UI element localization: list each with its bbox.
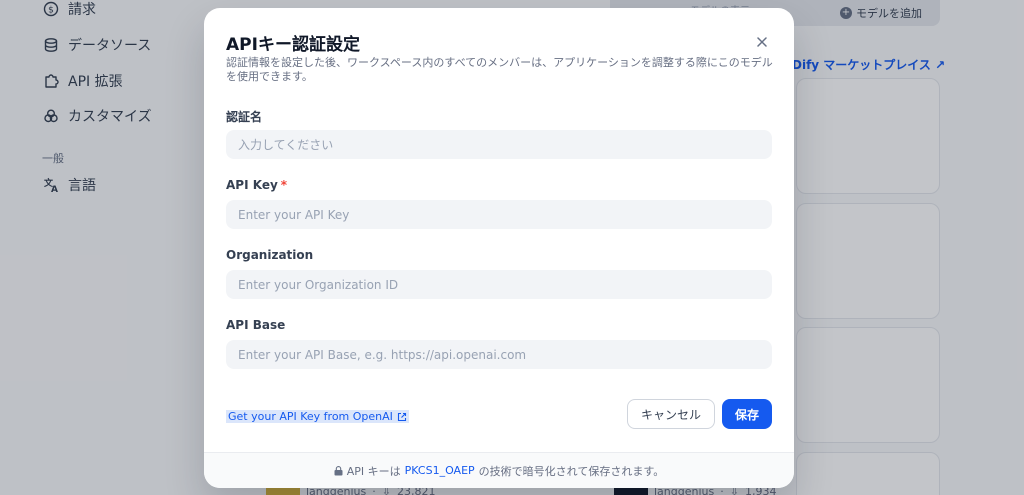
encryption-method-link[interactable]: PKCS1_OAEP	[405, 464, 475, 477]
encryption-notice: API キーは PKCS1_OAEP の技術で暗号化されて保存されます。	[204, 452, 794, 488]
required-mark: *	[280, 178, 288, 192]
external-link-icon	[397, 412, 406, 421]
notice-suffix: の技術で暗号化されて保存されます。	[478, 464, 665, 478]
field-label-text: API Key	[226, 178, 278, 192]
field-label-text: API Base	[226, 318, 286, 332]
close-icon	[757, 37, 767, 47]
api-base-label: API Base	[226, 318, 285, 332]
lock-icon	[334, 465, 343, 475]
api-key-auth-dialog: APIキー認証設定 認証情報を設定した後、ワークスペース内のすべてのメンバーは、…	[204, 8, 794, 488]
auth-name-label: 認証名	[226, 108, 262, 125]
api-base-input[interactable]	[226, 340, 772, 369]
field-label-text: Organization	[226, 248, 314, 262]
dialog-title: APIキー認証設定	[226, 35, 360, 55]
organization-label: Organization	[226, 248, 313, 262]
get-api-key-link[interactable]: Get your API Key from OpenAI	[226, 410, 409, 423]
cancel-button[interactable]: キャンセル	[627, 399, 715, 429]
dialog-description: 認証情報を設定した後、ワークスペース内のすべてのメンバーは、アプリケーションを調…	[226, 56, 773, 83]
close-button[interactable]	[752, 32, 772, 52]
organization-input[interactable]	[226, 270, 772, 299]
save-button[interactable]: 保存	[722, 399, 772, 429]
api-key-input[interactable]	[226, 200, 772, 229]
auth-name-input[interactable]	[226, 130, 772, 159]
help-link-text: Get your API Key from OpenAI	[228, 410, 393, 423]
api-key-label: API Key *	[226, 178, 287, 192]
notice-prefix: API キーは	[346, 464, 401, 478]
field-label-text: 認証名	[226, 110, 263, 124]
